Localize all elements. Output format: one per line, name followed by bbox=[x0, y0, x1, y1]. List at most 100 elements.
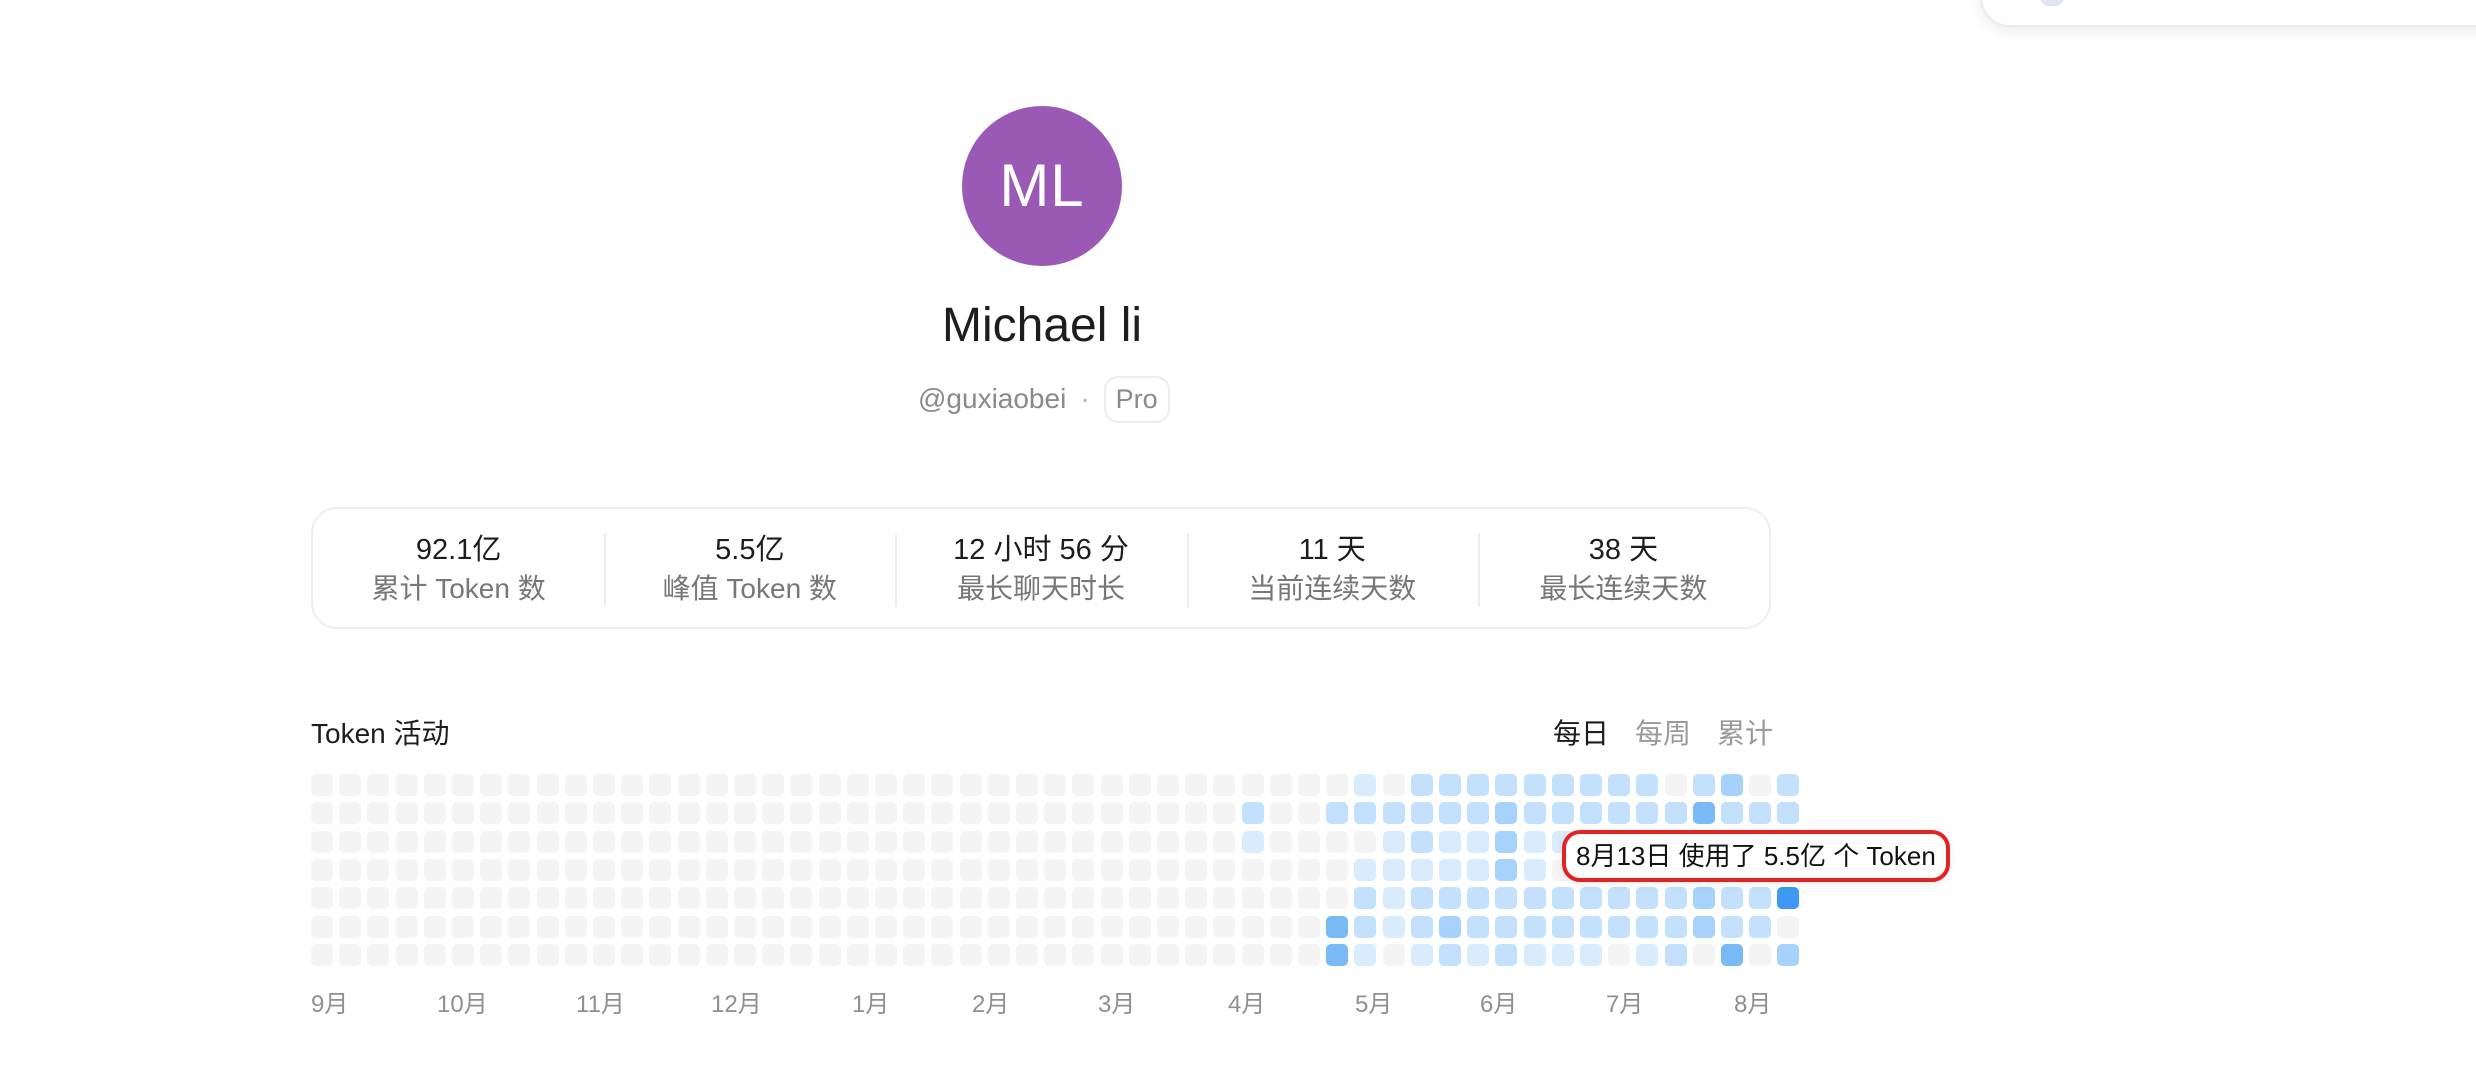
heatmap-cell[interactable] bbox=[1382, 915, 1405, 938]
heatmap-cell[interactable] bbox=[1016, 858, 1038, 881]
heatmap-cell[interactable] bbox=[1354, 887, 1377, 910]
heatmap-cell[interactable] bbox=[903, 774, 926, 796]
heatmap-cell[interactable] bbox=[1100, 774, 1123, 796]
heatmap-cell[interactable] bbox=[311, 802, 333, 825]
heatmap-cell[interactable] bbox=[1157, 774, 1179, 796]
heatmap-cell[interactable] bbox=[846, 915, 869, 938]
heatmap-cell[interactable] bbox=[1523, 915, 1546, 938]
heatmap-cell[interactable] bbox=[1016, 915, 1038, 938]
heatmap-cell[interactable] bbox=[395, 943, 418, 966]
heatmap-cell[interactable] bbox=[734, 830, 756, 853]
heatmap-cell[interactable] bbox=[734, 774, 756, 796]
heatmap-cell[interactable] bbox=[423, 887, 446, 910]
heatmap-cell[interactable] bbox=[1467, 943, 1490, 966]
heatmap-cell[interactable] bbox=[508, 887, 531, 910]
heatmap-cell[interactable] bbox=[959, 858, 982, 881]
heatmap-cell[interactable] bbox=[1269, 802, 1292, 825]
heatmap-cell[interactable] bbox=[1692, 774, 1715, 796]
heatmap-cell[interactable] bbox=[395, 858, 418, 881]
heatmap-cell[interactable] bbox=[452, 830, 474, 853]
heatmap-cell[interactable] bbox=[1495, 774, 1518, 796]
heatmap-cell[interactable] bbox=[1523, 887, 1546, 910]
heatmap-cell[interactable] bbox=[1439, 943, 1461, 966]
heatmap-cell[interactable] bbox=[1382, 830, 1405, 853]
heatmap-cell[interactable] bbox=[762, 887, 785, 910]
heatmap-cell[interactable] bbox=[1269, 774, 1292, 796]
heatmap-cell[interactable] bbox=[677, 943, 700, 966]
heatmap-cell[interactable] bbox=[1495, 915, 1518, 938]
heatmap-cell[interactable] bbox=[1523, 858, 1546, 881]
heatmap-cell[interactable] bbox=[367, 774, 390, 796]
heatmap-cell[interactable] bbox=[1495, 858, 1518, 881]
heatmap-cell[interactable] bbox=[649, 774, 672, 796]
heatmap-cell[interactable] bbox=[1721, 915, 1743, 938]
heatmap-cell[interactable] bbox=[649, 887, 672, 910]
heatmap-cell[interactable] bbox=[1241, 802, 1264, 825]
heatmap-cell[interactable] bbox=[762, 830, 785, 853]
heatmap-cell[interactable] bbox=[508, 858, 531, 881]
heatmap-cell[interactable] bbox=[1072, 943, 1095, 966]
heatmap-cell[interactable] bbox=[1608, 943, 1631, 966]
tab-cumulative[interactable]: 累计 bbox=[1717, 712, 1773, 752]
heatmap-cell[interactable] bbox=[1636, 774, 1659, 796]
heatmap-cell[interactable] bbox=[1382, 887, 1405, 910]
heatmap-cell[interactable] bbox=[818, 887, 841, 910]
heatmap-cell[interactable] bbox=[339, 915, 362, 938]
heatmap-cell[interactable] bbox=[818, 915, 841, 938]
heatmap-cell[interactable] bbox=[987, 774, 1010, 796]
heatmap-cell[interactable] bbox=[536, 943, 559, 966]
heatmap-cell[interactable] bbox=[705, 943, 728, 966]
heatmap-cell[interactable] bbox=[1213, 943, 1236, 966]
heatmap-cell[interactable] bbox=[1467, 858, 1490, 881]
heatmap-cell[interactable] bbox=[1213, 915, 1236, 938]
heatmap-cell[interactable] bbox=[1410, 887, 1433, 910]
heatmap-cell[interactable] bbox=[1467, 830, 1490, 853]
heatmap-cell[interactable] bbox=[1664, 802, 1687, 825]
heatmap-cell[interactable] bbox=[1721, 943, 1743, 966]
heatmap-cell[interactable] bbox=[1410, 943, 1433, 966]
heatmap-cell[interactable] bbox=[536, 802, 559, 825]
heatmap-cell[interactable] bbox=[311, 774, 333, 796]
heatmap-cell[interactable] bbox=[395, 802, 418, 825]
heatmap-cell[interactable] bbox=[1580, 915, 1602, 938]
heatmap-cell[interactable] bbox=[762, 858, 785, 881]
heatmap-cell[interactable] bbox=[1777, 943, 1800, 966]
heatmap-cell[interactable] bbox=[1326, 830, 1349, 853]
heatmap-cell[interactable] bbox=[1439, 830, 1461, 853]
heatmap-cell[interactable] bbox=[705, 802, 728, 825]
heatmap-cell[interactable] bbox=[1326, 887, 1349, 910]
heatmap-cell[interactable] bbox=[1523, 830, 1546, 853]
heatmap-cell[interactable] bbox=[1749, 802, 1772, 825]
heatmap-cell[interactable] bbox=[1298, 887, 1320, 910]
heatmap-cell[interactable] bbox=[452, 858, 474, 881]
heatmap-cell[interactable] bbox=[1354, 943, 1377, 966]
heatmap-cell[interactable] bbox=[508, 943, 531, 966]
heatmap-cell[interactable] bbox=[1777, 915, 1800, 938]
heatmap-cell[interactable] bbox=[1241, 774, 1264, 796]
heatmap-cell[interactable] bbox=[1692, 887, 1715, 910]
heatmap-cell[interactable] bbox=[423, 830, 446, 853]
heatmap-cell[interactable] bbox=[649, 943, 672, 966]
heatmap-cell[interactable] bbox=[367, 858, 390, 881]
heatmap-cell[interactable] bbox=[1157, 943, 1179, 966]
heatmap-cell[interactable] bbox=[649, 858, 672, 881]
heatmap-cell[interactable] bbox=[1382, 802, 1405, 825]
heatmap-cell[interactable] bbox=[536, 830, 559, 853]
heatmap-cell[interactable] bbox=[818, 802, 841, 825]
heatmap-cell[interactable] bbox=[790, 887, 813, 910]
heatmap-cell[interactable] bbox=[1382, 858, 1405, 881]
heatmap-cell[interactable] bbox=[480, 943, 503, 966]
heatmap-cell[interactable] bbox=[1523, 802, 1546, 825]
heatmap-cell[interactable] bbox=[564, 774, 587, 796]
heatmap-cell[interactable] bbox=[1298, 943, 1320, 966]
heatmap-cell[interactable] bbox=[1100, 830, 1123, 853]
heatmap-cell[interactable] bbox=[1298, 858, 1320, 881]
heatmap-cell[interactable] bbox=[1044, 915, 1067, 938]
heatmap-cell[interactable] bbox=[395, 915, 418, 938]
heatmap-cell[interactable] bbox=[1157, 887, 1179, 910]
heatmap-cell[interactable] bbox=[395, 774, 418, 796]
heatmap-cell[interactable] bbox=[564, 802, 587, 825]
heatmap-cell[interactable] bbox=[621, 802, 644, 825]
heatmap-cell[interactable] bbox=[790, 830, 813, 853]
heatmap-cell[interactable] bbox=[1692, 915, 1715, 938]
